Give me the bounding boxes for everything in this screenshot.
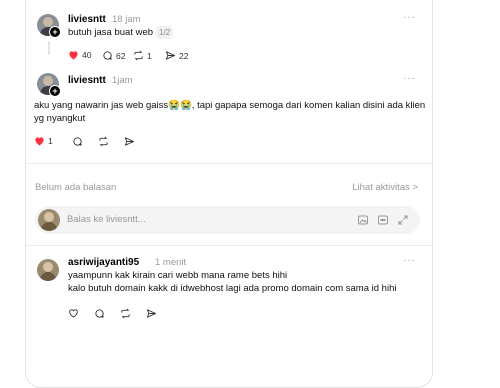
comment-button[interactable]: 62 [102,50,125,61]
comment-button[interactable] [72,136,83,147]
comment-icon [95,309,104,318]
share-button[interactable] [146,308,157,319]
no-replies-label: Belum ada balasan [35,182,117,193]
post-username[interactable]: liviesntt [68,75,106,86]
gif-icon[interactable] [377,214,389,226]
avatar [38,209,60,231]
reply-text-line: yaampunn kak kirain cari webb mana rame … [68,270,288,281]
comment-icon [103,51,112,60]
reply-box[interactable]: Balas ke liviesntt... [35,206,420,234]
view-activity-link[interactable]: Lihat aktivitas > [352,182,418,193]
repost-button[interactable] [120,308,131,319]
comment-icon [73,137,82,146]
thread-card: + liviesntt 18 jam ··· butuh jasa buat w… [25,0,433,388]
post-text-content: butuh jasa buat web [68,27,154,38]
heart-outline-icon [69,309,78,318]
post-time: 1jam [112,75,133,86]
send-icon [146,309,157,318]
more-options-icon[interactable]: ··· [403,255,416,266]
heart-filled-icon [35,137,44,146]
like-button[interactable] [68,308,79,318]
repost-icon [99,136,108,147]
send-icon [124,137,135,146]
post-time: 18 jam [112,14,141,25]
more-options-icon[interactable]: ··· [403,12,416,23]
heart-filled-icon [69,51,78,60]
avatar[interactable] [37,259,59,281]
reply-username[interactable]: asriwijayanti95 [68,257,139,268]
share-count: 22 [179,50,189,61]
repost-button[interactable]: 1 [133,50,152,61]
follow-plus-icon[interactable]: + [49,26,61,38]
like-button[interactable]: 40 [68,50,91,60]
follow-plus-icon[interactable]: + [49,85,61,97]
thread-line [48,41,50,55]
divider [26,245,432,246]
reply-text-line: kalo butuh domain kakk di idwebhost lagi… [68,283,397,294]
post-username[interactable]: liviesntt [68,14,106,25]
send-icon [165,51,176,60]
reply-input[interactable]: Balas ke liviesntt... [67,214,146,225]
repost-count: 1 [147,50,152,61]
share-button[interactable] [124,136,135,147]
repost-icon [121,308,130,319]
more-options-icon[interactable]: ··· [403,73,416,84]
like-count: 1 [48,136,53,146]
like-button[interactable]: 1 [34,136,53,146]
comment-count: 62 [116,50,126,61]
image-icon[interactable] [357,214,369,226]
post-text: aku yang nawarin jas web gaiss😭😭, tapi g… [34,100,426,124]
repost-icon [134,50,143,61]
post-text: butuh jasa buat web 1/2 [68,26,174,39]
share-button[interactable]: 22 [165,50,188,61]
divider [26,163,432,164]
like-count: 40 [82,50,92,60]
expand-icon[interactable] [397,214,409,226]
repost-button[interactable] [98,136,109,147]
reply-time: 1 menit [155,257,187,268]
thread-page-badge: 1/2 [156,26,174,39]
comment-button[interactable] [94,308,105,319]
